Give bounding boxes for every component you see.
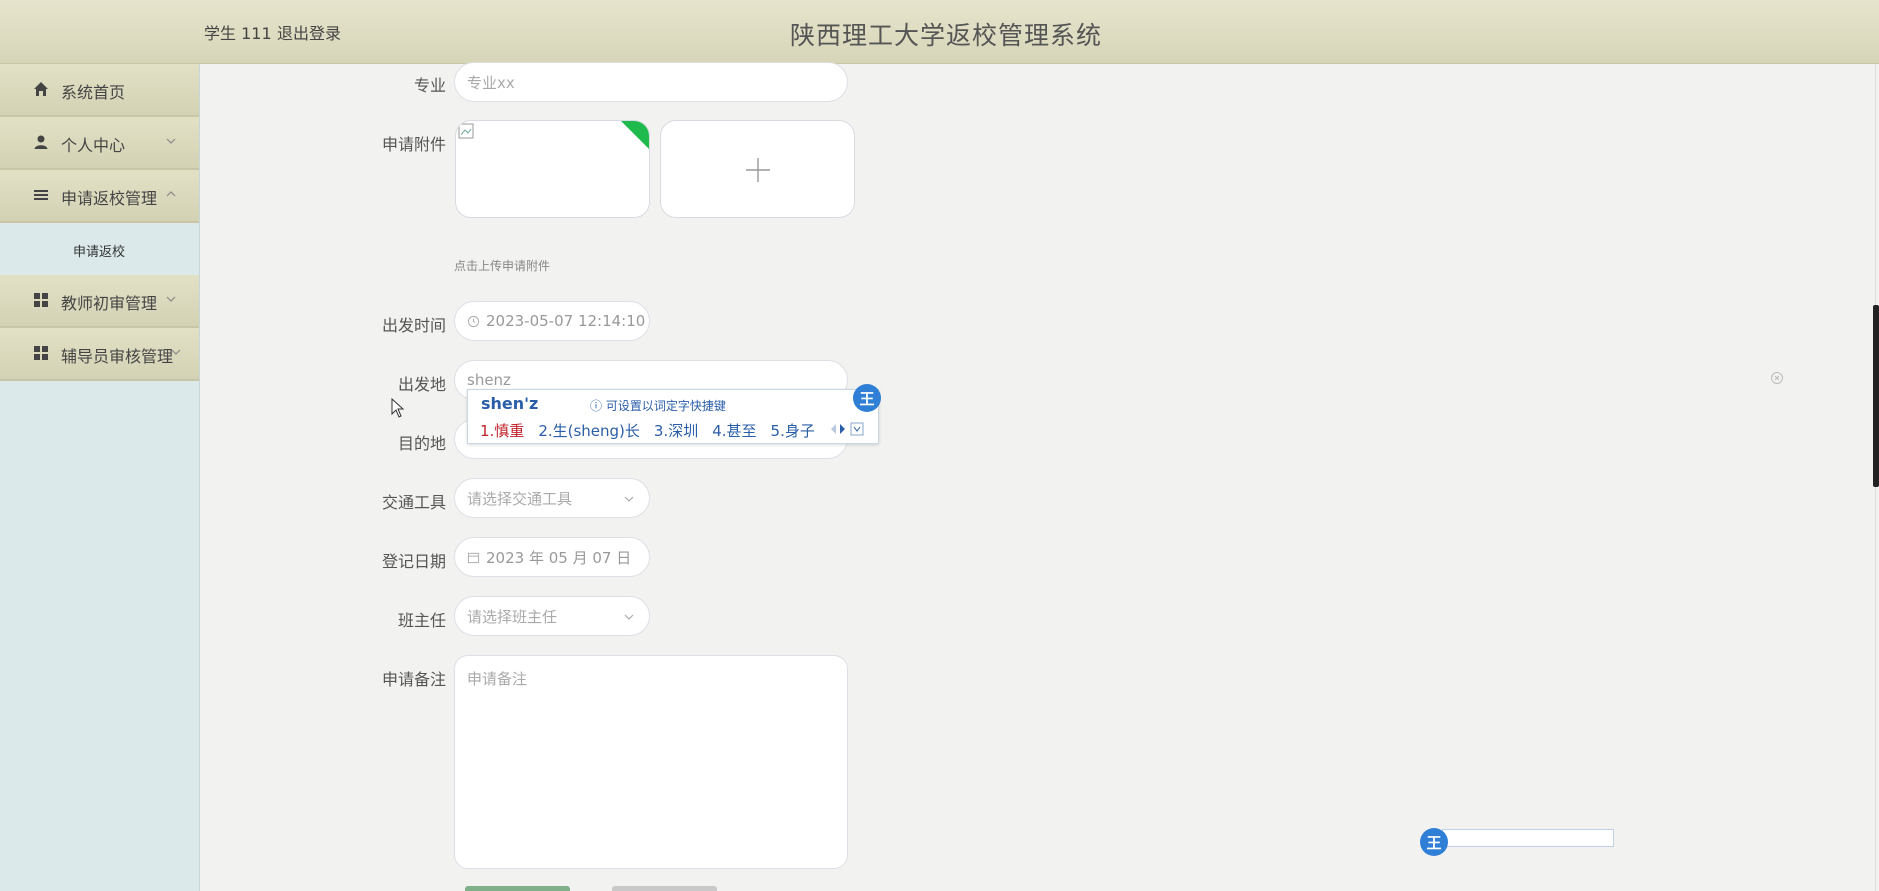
upload-tip: 点击上传申请附件	[454, 259, 551, 273]
sidebar-item-label: 教师初审管理	[61, 294, 158, 313]
calendar-icon	[467, 552, 480, 563]
transport-select[interactable]: 请选择交通工具	[454, 478, 650, 518]
ime-status-badge[interactable]: 王	[1420, 828, 1448, 856]
transport-placeholder: 请选择交通工具	[467, 489, 573, 508]
ime-candidate[interactable]: 2.生(sheng)长	[538, 420, 640, 441]
sidebar-item-profile[interactable]: 个人中心	[0, 117, 199, 170]
major-input[interactable]: 专业xx	[454, 62, 848, 102]
sidebar-item-label: 个人中心	[61, 136, 126, 155]
depart-time-value: 2023-05-07 12:14:10	[486, 312, 646, 330]
chevron-up-icon	[166, 191, 176, 197]
chevron-down-icon	[624, 496, 634, 502]
destination-label: 目的地	[397, 434, 446, 453]
attachment-thumbnail[interactable]	[455, 120, 650, 218]
register-date-input[interactable]: 2023 年 05 月 07 日	[454, 537, 650, 577]
ime-composition: shen'z	[481, 394, 539, 413]
sidebar-item-return-apply[interactable]: 申请返校管理	[0, 170, 199, 223]
sidebar-subitem-label: 申请返校	[73, 245, 126, 260]
ime-candidate[interactable]: 5.身子	[771, 420, 815, 441]
head-teacher-select[interactable]: 请选择班主任	[454, 596, 650, 636]
ime-candidates: 1.慎重 2.生(sheng)长 3.深圳 4.甚至 5.身子	[480, 420, 815, 441]
ime-candidate[interactable]: 3.深圳	[654, 420, 698, 441]
page-title: 陕西理工大学返校管理系统	[790, 21, 1103, 50]
list-icon	[34, 190, 48, 200]
ime-arrows-icon	[831, 422, 864, 436]
clock-icon	[467, 315, 480, 327]
register-date-value: 2023 年 05 月 07 日	[486, 548, 632, 567]
success-corner-icon	[621, 121, 649, 149]
remark-textarea[interactable]: 申请备注	[454, 655, 848, 869]
ime-badge[interactable]: 王	[853, 384, 881, 412]
origin-label: 出发地	[397, 375, 446, 394]
depart-time-input[interactable]: 2023-05-07 12:14:10	[454, 301, 650, 341]
logout-link[interactable]: 退出登录	[277, 20, 341, 44]
top-header: 学生 111 退出登录 陕西理工大学返校管理系统	[0, 0, 1879, 64]
current-user: 学生 111	[204, 24, 272, 43]
sidebar-item-label: 申请返校管理	[61, 189, 158, 208]
ime-page-arrows[interactable]	[830, 422, 866, 439]
cancel-button[interactable]	[612, 886, 717, 891]
scrollbar-thumb[interactable]	[1873, 305, 1879, 487]
sidebar-item-teacher-review[interactable]: 教师初审管理	[0, 275, 199, 328]
submit-button[interactable]	[465, 886, 570, 891]
ime-candidate-window: shen'z ⓘ 可设置以词定字快捷键 1.慎重 2.生(sheng)长 3.深…	[467, 389, 879, 444]
sidebar-item-label: 系统首页	[61, 83, 126, 102]
remark-placeholder: 申请备注	[467, 670, 528, 688]
sidebar: 系统首页 个人中心 申请返校管理 申请返校 教师初审管理 辅导员审核管理	[0, 64, 200, 891]
plus-icon	[746, 158, 770, 182]
head-teacher-placeholder: 请选择班主任	[467, 607, 558, 626]
user-icon	[34, 135, 48, 149]
upload-button[interactable]	[660, 120, 855, 218]
home-icon	[34, 82, 48, 96]
mouse-cursor-icon	[391, 398, 405, 418]
attachment-label: 申请附件	[381, 135, 446, 154]
chevron-down-icon	[166, 138, 176, 144]
chevron-down-icon	[166, 296, 176, 302]
transport-label: 交通工具	[381, 493, 446, 512]
grid-icon	[34, 293, 48, 307]
grid-icon	[34, 346, 48, 360]
major-label: 专业	[413, 76, 446, 95]
depart-time-label: 出发时间	[381, 316, 446, 335]
close-circle-icon[interactable]	[1770, 371, 1784, 385]
major-placeholder: 专业xx	[467, 73, 515, 92]
broken-image-icon	[458, 123, 474, 139]
ime-candidate[interactable]: 4.甚至	[712, 420, 756, 441]
sidebar-item-home[interactable]: 系统首页	[0, 64, 199, 117]
sidebar-item-counselor-review[interactable]: 辅导员审核管理	[0, 328, 199, 381]
origin-value: shenz	[467, 371, 511, 389]
sidebar-subitem-apply-return[interactable]: 申请返校	[0, 223, 199, 275]
remark-label: 申请备注	[381, 670, 446, 689]
ime-hint: ⓘ 可设置以词定字快捷键	[590, 399, 726, 413]
head-teacher-label: 班主任	[397, 611, 446, 630]
register-date-label: 登记日期	[381, 552, 446, 571]
chevron-down-icon	[624, 614, 634, 620]
ime-candidate[interactable]: 1.慎重	[480, 420, 524, 441]
ime-status-bar[interactable]	[1442, 829, 1614, 847]
chevron-down-icon	[171, 349, 181, 355]
sidebar-item-label: 辅导员审核管理	[61, 347, 174, 366]
